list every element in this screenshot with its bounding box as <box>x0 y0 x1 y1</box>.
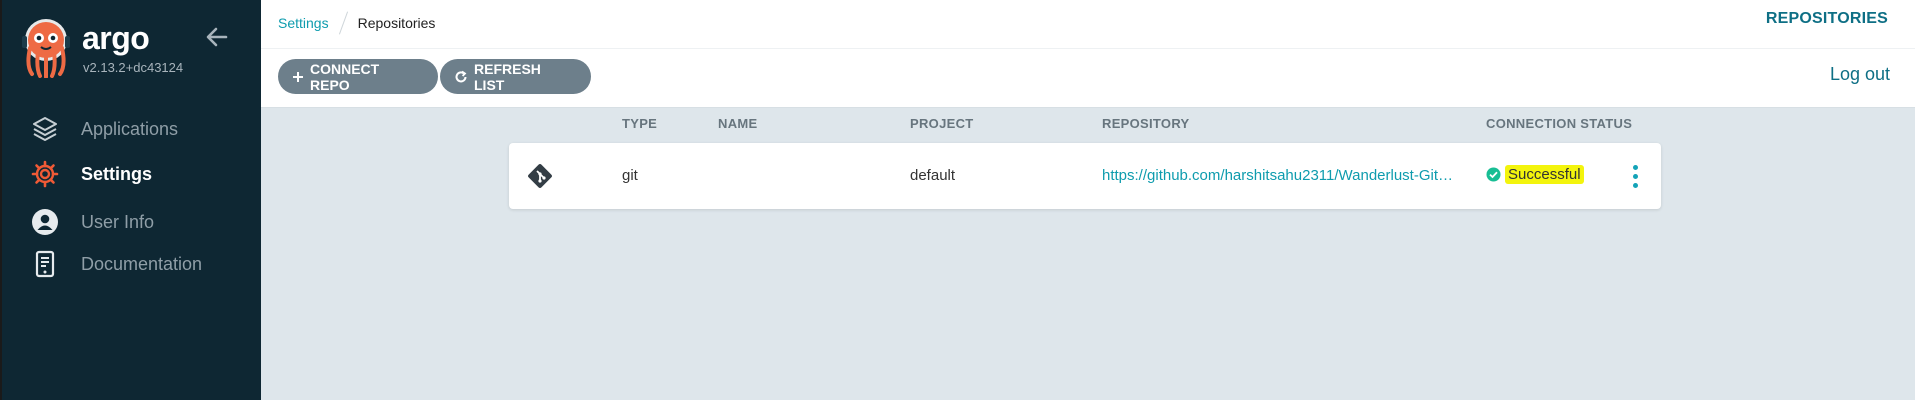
column-header-name: NAME <box>718 116 758 131</box>
window-edge <box>0 0 2 400</box>
user-icon <box>30 207 60 237</box>
sidebar-item-user-info[interactable]: User Info <box>30 205 154 239</box>
row-actions-menu-icon[interactable] <box>1627 161 1643 191</box>
status-text: Successful <box>1505 165 1584 184</box>
breadcrumb-separator <box>338 11 348 35</box>
sidebar-item-documentation[interactable]: Documentation <box>30 247 202 281</box>
refresh-icon <box>454 70 468 84</box>
repo-project: default <box>910 167 956 184</box>
check-circle-icon <box>1486 167 1501 182</box>
sidebar-item-label: Documentation <box>81 253 203 274</box>
repo-type: git <box>622 167 638 184</box>
top-bar: Settings Repositories REPOSITORIES CONNE… <box>261 0 1915 108</box>
sidebar-item-label: Settings <box>81 163 153 184</box>
version-label: v2.13.2+dc43124 <box>83 60 184 75</box>
sidebar-item-label: Applications <box>81 118 179 139</box>
git-icon <box>528 164 552 188</box>
breadcrumb-current: Repositories <box>357 15 436 31</box>
table-row[interactable]: git default https://github.com/harshitsa… <box>509 143 1661 209</box>
plus-icon <box>292 71 304 83</box>
logout-link[interactable]: Log out <box>1830 64 1890 85</box>
sidebar-item-settings[interactable]: Settings <box>30 157 152 191</box>
connect-repo-label: CONNECT REPO <box>310 60 380 93</box>
breadcrumb-settings-link[interactable]: Settings <box>278 15 329 31</box>
divider <box>261 48 1915 49</box>
column-header-project: PROJECT <box>910 116 974 131</box>
page-title: REPOSITORIES <box>1765 10 1888 27</box>
layers-icon <box>30 114 60 144</box>
brand-name: argo <box>82 20 150 56</box>
column-header-repository: REPOSITORY <box>1102 116 1190 131</box>
breadcrumb: Settings Repositories <box>278 11 435 35</box>
column-header-connection-status: CONNECTION STATUS <box>1486 116 1633 131</box>
sidebar-item-label: User Info <box>81 211 155 232</box>
repo-url[interactable]: https://github.com/harshitsahu2311/Wande… <box>1102 167 1453 184</box>
argo-logo-icon <box>22 19 70 78</box>
docs-icon <box>30 249 60 279</box>
collapse-arrow-icon[interactable] <box>204 24 230 50</box>
connection-status: Successful <box>1486 165 1584 184</box>
refresh-list-label: REFRESH LIST <box>474 60 541 93</box>
repo-url-link[interactable]: https://github.com/harshitsahu2311/Wande… <box>1102 167 1453 184</box>
gear-icon <box>30 159 60 189</box>
connect-repo-button[interactable]: CONNECT REPO <box>278 59 438 94</box>
refresh-list-button[interactable]: REFRESH LIST <box>440 59 591 94</box>
sidebar: argo v2.13.2+dc43124 Applications Settin… <box>0 0 261 400</box>
column-header-type: TYPE <box>622 116 658 131</box>
sidebar-item-applications[interactable]: Applications <box>30 112 178 146</box>
